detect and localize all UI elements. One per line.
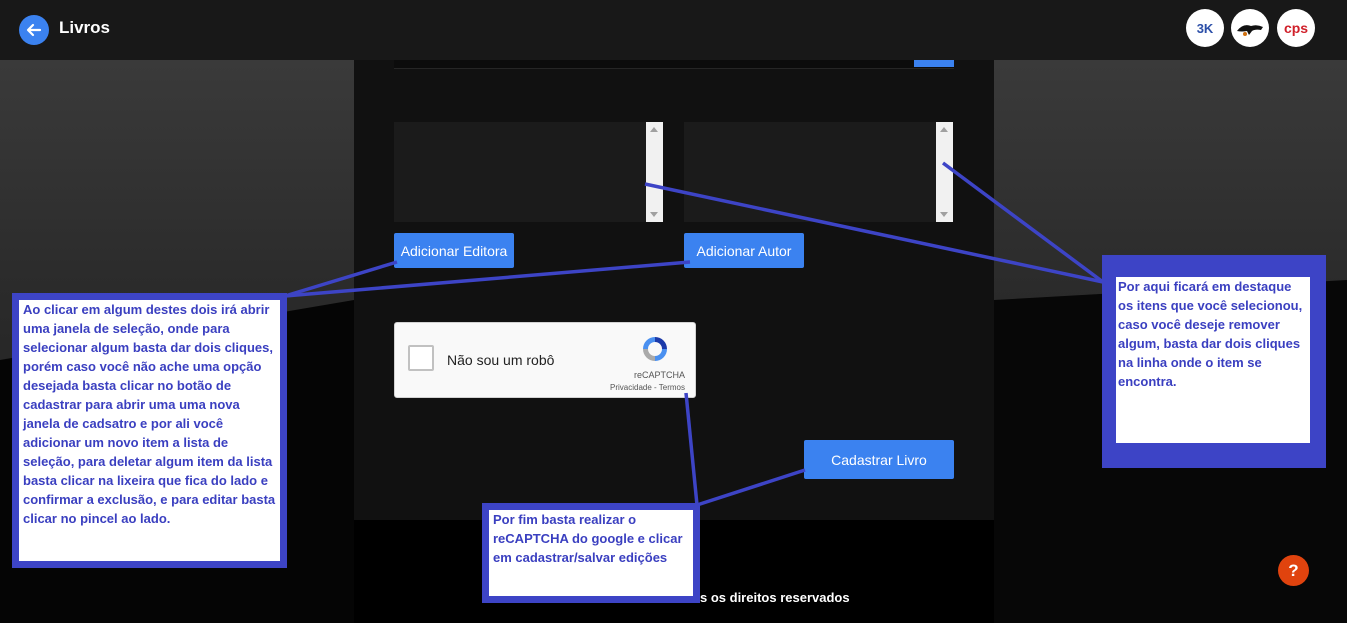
- help-button[interactable]: ?: [1278, 555, 1309, 586]
- annotation-right: Por aqui ficará em destaque os itens que…: [1102, 255, 1326, 468]
- footer-text: s os direitos reservados: [700, 590, 850, 605]
- annotation-left: Ao clicar em algum destes dois irá abrir…: [12, 293, 287, 568]
- annotation-right-text: Por aqui ficará em destaque os itens que…: [1116, 277, 1310, 443]
- annotation-bottom: Por fim basta realizar o reCAPTCHA do go…: [482, 503, 700, 603]
